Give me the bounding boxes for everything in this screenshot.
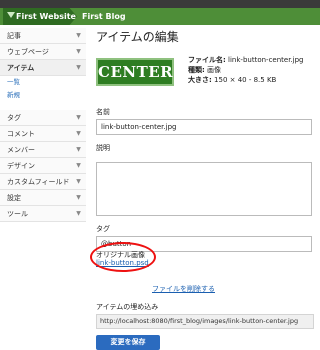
highlight-circle [90,242,156,272]
type-value: 画像 [207,66,222,74]
sidebar-item-settings[interactable]: 設定 ▼ [0,190,86,206]
name-label: 名前 [96,108,110,116]
sidebar-item-tags[interactable]: タグ ▼ [0,110,86,126]
size-label: 大きさ: [188,76,212,84]
sidebar-item-members[interactable]: メンバー ▼ [0,142,86,158]
tag-label: タグ [96,225,110,233]
sidebar-subitem-list[interactable]: 一覧 [0,76,86,89]
breadcrumb-website-label: First Website [16,12,76,21]
sidebar-item-label: メンバー [7,146,35,154]
chevron-down-icon[interactable]: ▼ [74,112,83,123]
type-label: 種類: [188,66,205,74]
chevron-down-icon[interactable]: ▼ [74,128,83,139]
chevron-down-icon[interactable]: ▼ [74,176,83,187]
sidebar: 記事 ▼ ウェブページ ▼ アイテム ▼ 一覧 新規 タグ ▼ コメント ▼ メンバー ▼ … [0,28,86,222]
breadcrumb: First Website First Blog [0,8,320,25]
dropdown-icon [7,12,15,18]
delete-file-link[interactable]: ファイルを削除する [152,284,215,294]
sidebar-item-tools[interactable]: ツール ▼ [0,206,86,222]
breadcrumb-blog[interactable]: First Blog [82,8,126,25]
sidebar-item-assets[interactable]: アイテム ▼ [0,60,86,76]
chevron-down-icon[interactable]: ▼ [74,144,83,155]
chevron-down-icon[interactable]: ▼ [74,160,83,171]
page-title: アイテムの編集 [96,30,179,44]
name-field[interactable]: link-button-center.jpg [96,119,312,135]
sidebar-item-label: アイテム [7,64,35,72]
sidebar-item-comments[interactable]: コメント ▼ [0,126,86,142]
embed-label: アイテムの埋め込み [96,303,159,311]
asset-thumbnail: CENTER [96,58,174,86]
description-label: 説明 [96,144,110,152]
chevron-down-icon[interactable]: ▼ [74,208,83,219]
sidebar-item-label: 設定 [7,194,21,202]
chevron-down-icon[interactable]: ▼ [74,46,83,57]
sidebar-item-label: デザイン [7,162,35,170]
sidebar-item-label: タグ [7,114,21,122]
sidebar-item-label: ツール [7,210,28,218]
sidebar-item-label: ウェブページ [7,48,49,56]
asset-meta: ファイル名: link-button-center.jpg 種類: 画像 大きさ… [188,55,304,85]
filename-value: link-button-center.jpg [228,56,304,64]
size-value: 150 × 40 - 8.5 KB [214,76,277,84]
chevron-down-icon[interactable]: ▼ [74,62,83,73]
sidebar-item-design[interactable]: デザイン ▼ [0,158,86,174]
sidebar-item-label: コメント [7,130,35,138]
top-bar [0,0,320,8]
save-button[interactable]: 変更を保存 [96,335,160,350]
breadcrumb-website[interactable]: First Website [3,8,77,25]
chevron-down-icon[interactable]: ▼ [74,30,83,41]
sidebar-item-label: 記事 [7,32,21,40]
sidebar-item-entries[interactable]: 記事 ▼ [0,28,86,44]
filename-label: ファイル名: [188,56,226,64]
sidebar-item-custom-fields[interactable]: カスタムフィールド ▼ [0,174,86,190]
embed-url-field[interactable]: http://localhost:8080/first_blog/images/… [96,314,314,329]
sidebar-item-label: カスタムフィールド [7,178,70,186]
sidebar-subitem-new[interactable]: 新規 [0,89,86,102]
sidebar-item-pages[interactable]: ウェブページ ▼ [0,44,86,60]
chevron-down-icon[interactable]: ▼ [74,192,83,203]
description-field[interactable] [96,162,312,216]
